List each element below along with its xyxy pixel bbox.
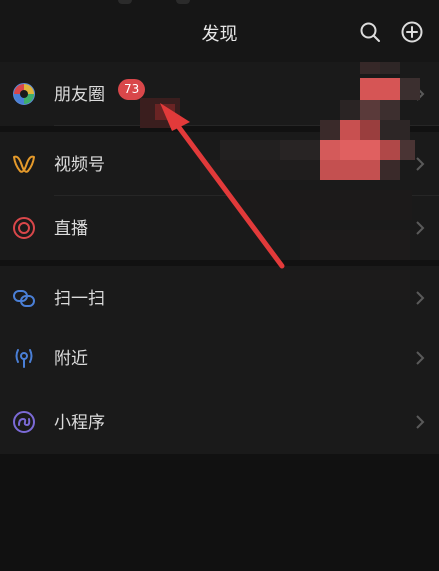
channels-icon: [13, 155, 35, 173]
channels-label: 视频号: [54, 155, 105, 175]
live-label: 直播: [54, 219, 88, 239]
moments-icon: [13, 83, 35, 105]
chevron-right-icon: [416, 291, 425, 305]
mini-program-label: 小程序: [54, 413, 105, 433]
chevron-right-icon: [416, 157, 425, 171]
moments-label: 朋友圈: [54, 85, 105, 105]
plus-circle-icon[interactable]: [400, 20, 424, 44]
chevron-right-icon: [416, 221, 425, 235]
status-bar: [0, 0, 439, 6]
search-icon[interactable]: [358, 20, 382, 44]
live-icon: [13, 217, 35, 239]
nearby-row[interactable]: 附近: [0, 326, 439, 390]
nearby-icon: [15, 349, 33, 368]
channels-row[interactable]: 视频号: [0, 132, 439, 196]
scan-row[interactable]: 扫一扫: [0, 266, 439, 330]
chevron-right-icon: [416, 87, 425, 101]
top-bar: 发现: [0, 0, 439, 62]
scan-icon: [13, 290, 35, 307]
mini-program-row[interactable]: 小程序: [0, 390, 439, 454]
scan-label: 扫一扫: [54, 289, 105, 309]
live-row[interactable]: 直播: [0, 196, 439, 260]
moments-row[interactable]: 朋友圈 73: [0, 62, 439, 126]
chevron-right-icon: [416, 415, 425, 429]
row-divider: [54, 125, 439, 126]
chevron-right-icon: [416, 351, 425, 365]
unread-badge: 73: [118, 79, 146, 100]
nearby-label: 附近: [54, 349, 88, 369]
mini-program-icon: [13, 411, 35, 433]
